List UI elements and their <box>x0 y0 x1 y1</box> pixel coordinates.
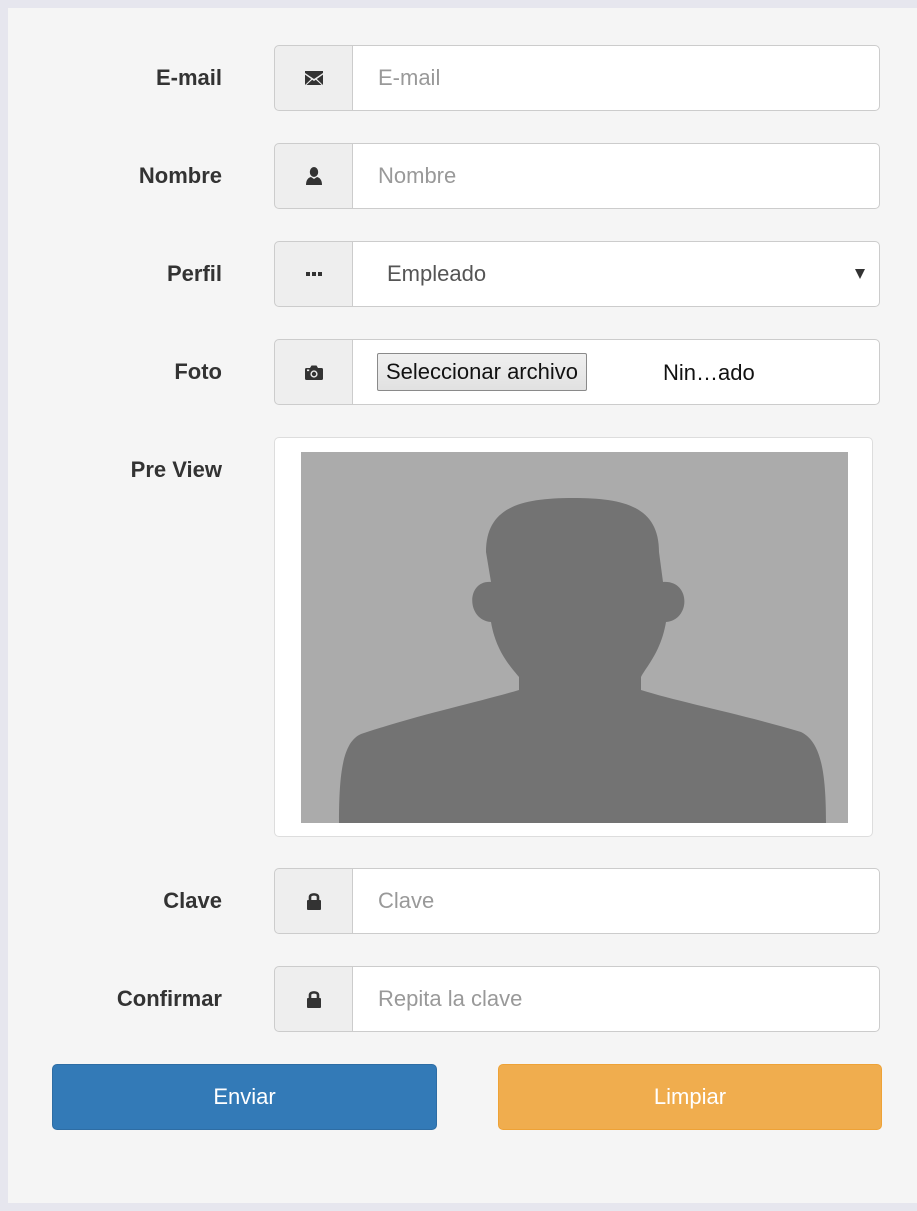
perfil-input-group: Empleado <box>274 241 880 307</box>
foto-label: Foto <box>174 359 222 384</box>
nombre-label: Nombre <box>138 163 222 188</box>
form-panel: E-mail Nombre <box>8 8 917 1203</box>
confirmar-label: Confirmar <box>116 986 222 1011</box>
perfil-label: Perfil <box>166 261 222 286</box>
clave-field-box <box>352 868 880 934</box>
perfil-selected-value: Empleado <box>387 261 487 286</box>
user-icon <box>274 143 353 209</box>
lock-icon <box>274 868 353 934</box>
clave-input-group <box>274 868 880 934</box>
password-input[interactable] <box>353 869 879 933</box>
preview-label: Pre View <box>130 457 222 482</box>
email-field-box <box>352 45 880 111</box>
choose-file-button[interactable]: Seleccionar archivo <box>377 353 587 391</box>
nombre-field-box <box>352 143 880 209</box>
lock-icon <box>274 966 353 1032</box>
envelope-icon <box>274 45 353 111</box>
ellipsis-icon <box>274 241 353 307</box>
person-silhouette-placeholder <box>301 452 848 823</box>
email-input-group <box>274 45 880 111</box>
email-label: E-mail <box>155 65 222 90</box>
clear-button[interactable]: Limpiar <box>498 1064 882 1130</box>
foto-input-group: Seleccionar archivo Nin…ado <box>274 339 880 405</box>
nombre-input[interactable] <box>353 144 879 208</box>
confirmar-input-group <box>274 966 880 1032</box>
submit-button[interactable]: Enviar <box>52 1064 437 1130</box>
chevron-down-icon <box>855 269 865 279</box>
preview-thumbnail <box>274 437 873 837</box>
foto-file-field: Seleccionar archivo Nin…ado <box>352 339 880 405</box>
file-status-text: Nin…ado <box>663 360 755 385</box>
perfil-select[interactable]: Empleado <box>352 241 880 307</box>
clave-label: Clave <box>163 888 222 913</box>
nombre-input-group <box>274 143 880 209</box>
camera-icon <box>274 339 353 405</box>
confirm-password-input[interactable] <box>353 967 879 1031</box>
email-input[interactable] <box>353 46 879 110</box>
confirmar-field-box <box>352 966 880 1032</box>
